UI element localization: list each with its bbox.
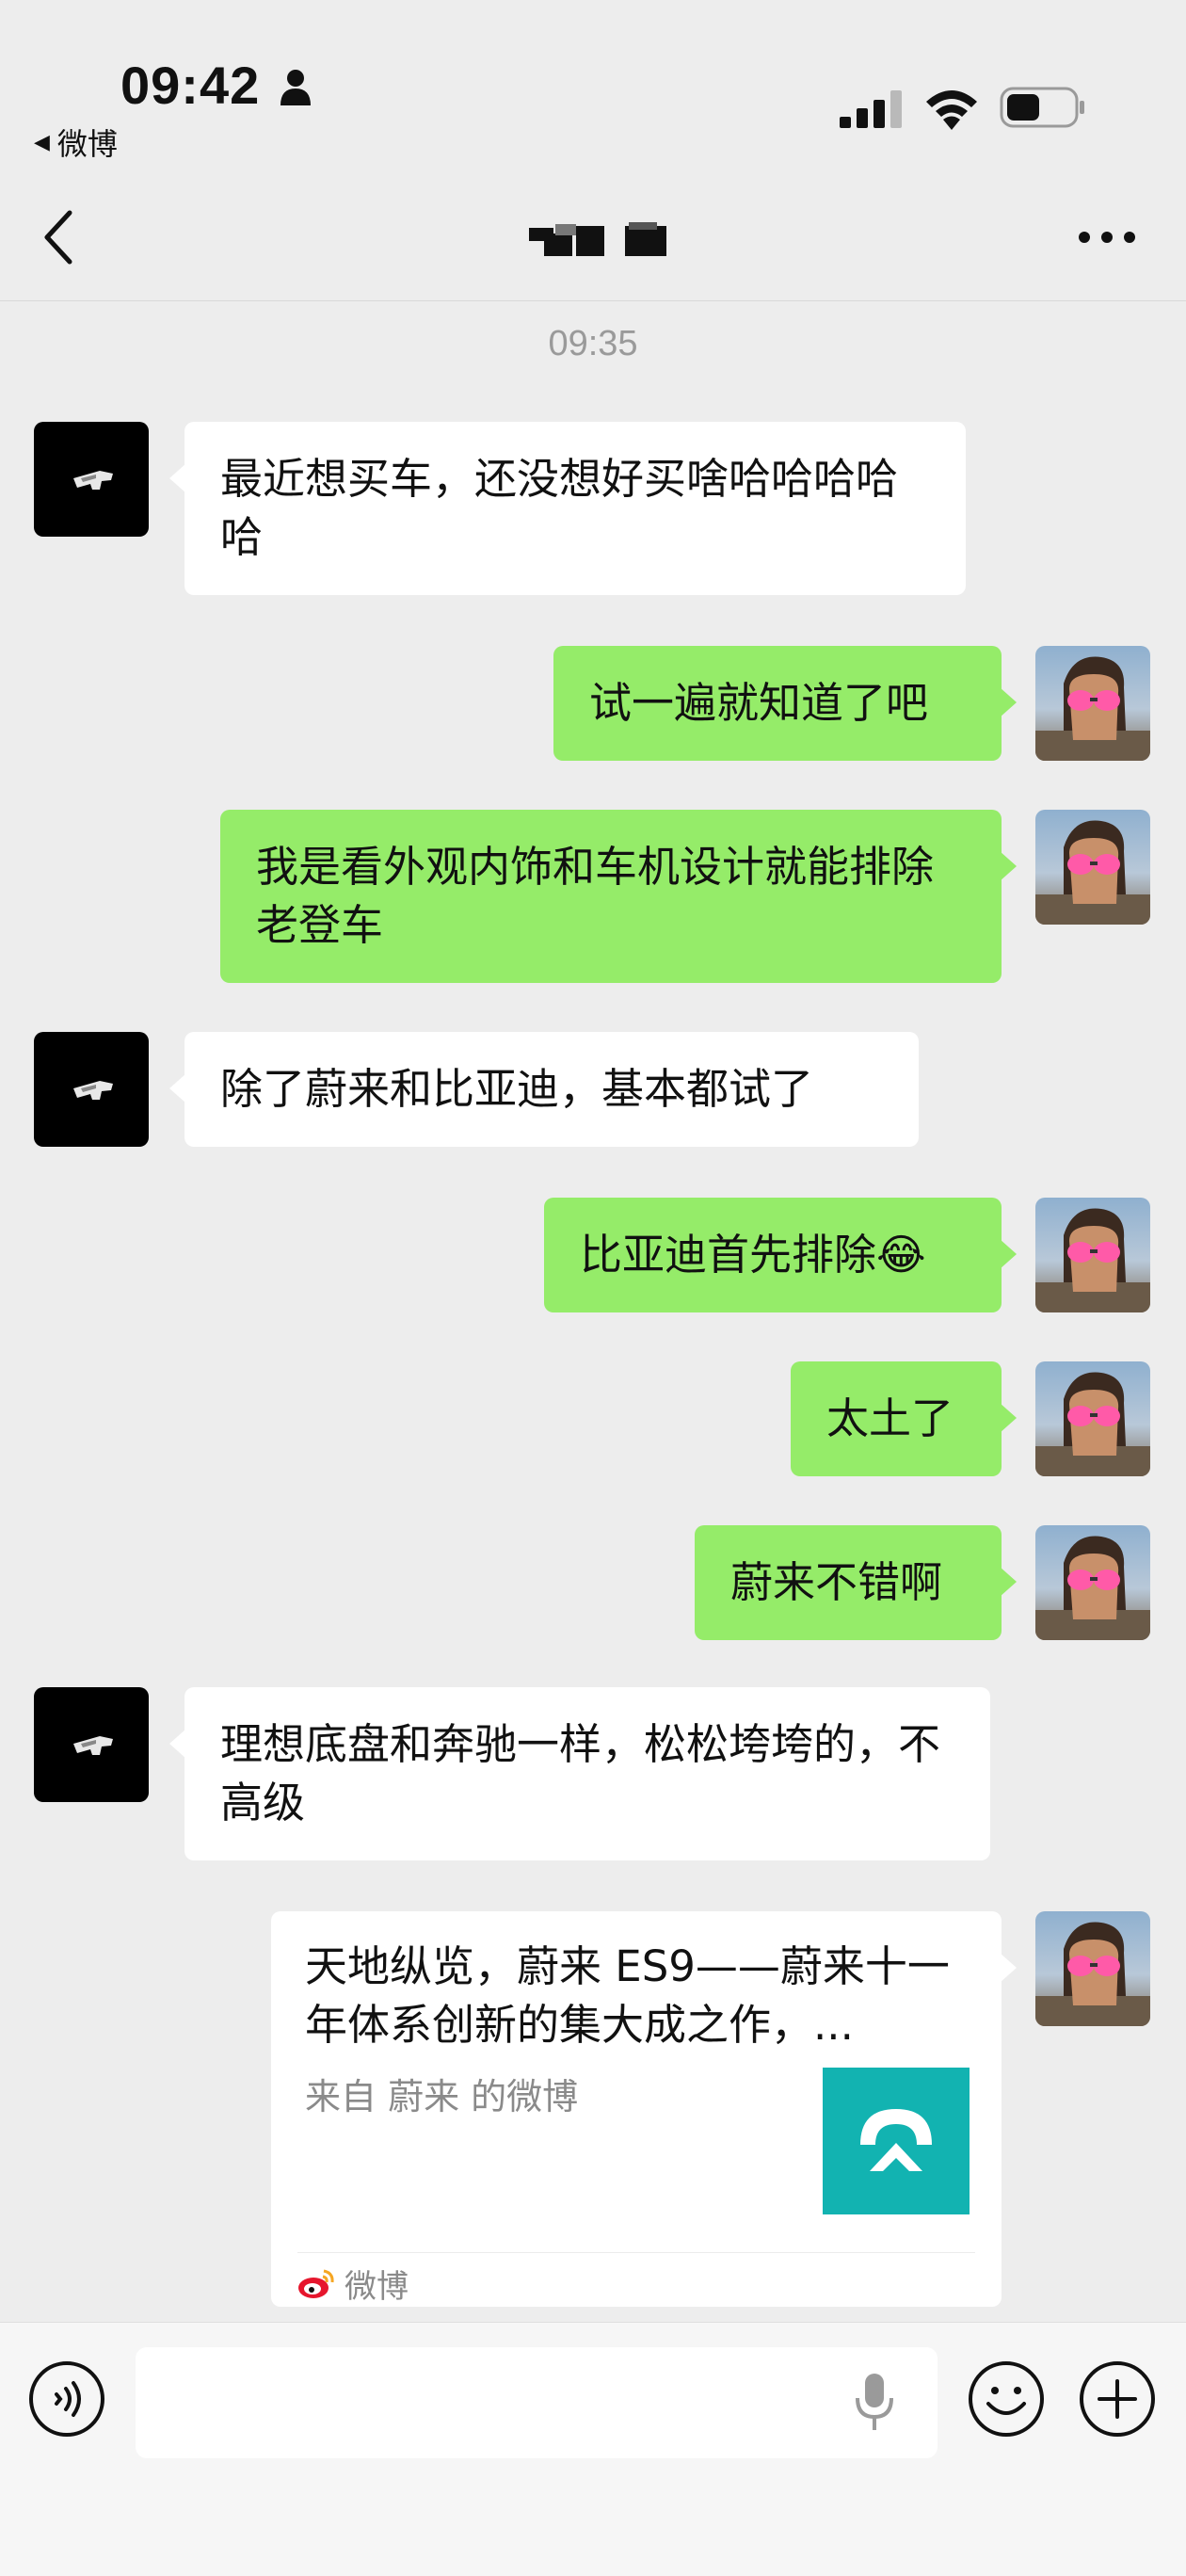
back-to-app-link[interactable]: ◀ 微博 [34,121,118,164]
status-time: 09:42 [120,56,261,115]
self-avatar[interactable] [1035,1911,1150,2026]
chat-title-redacted [529,222,666,256]
message-bubble-incoming[interactable]: 理想底盘和奔驰一样，松松垮垮的，不高级 [169,1687,990,1860]
chat-nav-bar [0,169,1186,301]
person-icon [280,70,311,105]
message-bubble-outgoing[interactable]: 试一遍就知道了吧 [553,646,1017,761]
message-bubble-outgoing[interactable]: 我是看外观内饰和车机设计就能排除老登车 [220,810,1017,983]
link-card-footer: 微博 [297,2260,409,2307]
more-icon[interactable] [1077,228,1137,247]
self-avatar[interactable] [1035,646,1150,761]
message-bubble-incoming[interactable]: 除了蔚来和比亚迪，基本都试了 [169,1032,919,1147]
weibo-icon [298,2269,334,2298]
link-card-source: 来自 蔚来 的微博 [305,2076,579,2117]
wifi-icon [926,90,977,130]
self-avatar[interactable] [1035,1525,1150,1640]
back-triangle-icon: ◀ [34,130,50,154]
contact-avatar[interactable] [34,422,149,537]
message-input[interactable] [136,2347,938,2458]
self-avatar[interactable] [1035,1198,1150,1312]
message-timestamp: 09:35 [548,324,638,363]
message-bubble-incoming[interactable]: 最近想买车，还没想好买啥哈哈哈哈哈 [169,422,966,595]
contact-avatar[interactable] [34,1032,149,1147]
message-bubble-outgoing[interactable]: 比亚迪首先排除😂 [544,1198,1017,1312]
message-bubble-outgoing[interactable]: 蔚来不错啊 [695,1525,1017,1640]
back-icon[interactable] [41,207,79,267]
signal-icon [840,90,902,128]
self-avatar[interactable] [1035,810,1150,925]
mic-icon[interactable] [853,2372,896,2434]
nio-logo-icon [860,2109,932,2171]
link-card-title: 天地纵览，蔚来 ES9——蔚来十一年体系创新的集大成之作，... [305,1941,950,2050]
battery-icon [1000,87,1084,128]
contact-avatar[interactable] [34,1687,149,1802]
message-bubble-outgoing[interactable]: 太土了 [791,1361,1017,1476]
weibo-link-card[interactable]: 天地纵览，蔚来 ES9——蔚来十一年体系创新的集大成之作，... 来自 蔚来 的… [271,1911,1017,2307]
chat-input-bar [0,2322,1186,2576]
link-card-footer-label: 微博 [345,2267,409,2306]
back-app-label: 微博 [56,126,118,162]
link-card-thumbnail [823,2068,970,2214]
status-bar: 09:42 ◀ 微博 [0,0,1186,169]
voice-icon[interactable] [28,2360,105,2438]
emoji-icon[interactable] [968,2360,1045,2438]
self-avatar[interactable] [1035,1361,1150,1476]
plus-icon[interactable] [1079,2360,1156,2438]
card-divider [297,2252,975,2253]
